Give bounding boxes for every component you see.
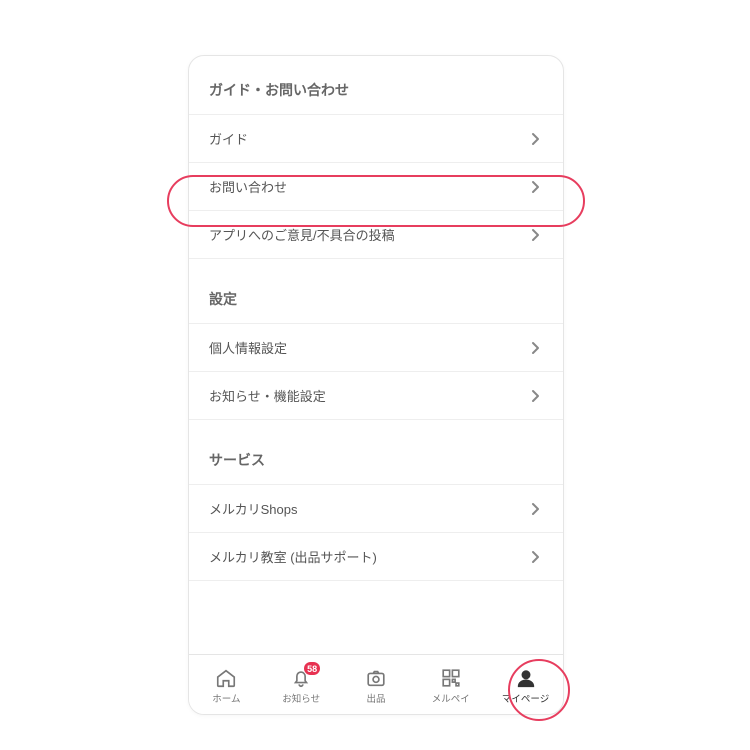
list-item-contact[interactable]: お問い合わせ xyxy=(189,162,563,210)
list-item-label: ガイド xyxy=(209,129,248,148)
person-icon xyxy=(510,665,542,691)
section-service: サービス メルカリShops メルカリ教室 (出品サポート) xyxy=(189,420,563,581)
section-settings: 設定 個人情報設定 お知らせ・機能設定 xyxy=(189,259,563,420)
list-item-personal-settings[interactable]: 個人情報設定 xyxy=(189,323,563,371)
home-icon xyxy=(210,665,242,691)
tab-mypage[interactable]: マイページ xyxy=(488,655,563,714)
chevron-right-icon xyxy=(529,341,543,355)
tab-home[interactable]: ホーム xyxy=(189,655,264,714)
bell-icon: 58 xyxy=(285,665,317,691)
list-item-label: お問い合わせ xyxy=(209,177,287,196)
tab-label: メルペイ xyxy=(432,691,470,705)
tab-label: お知らせ xyxy=(282,691,320,705)
list-item-label: お知らせ・機能設定 xyxy=(209,386,326,405)
list-item-label: 個人情報設定 xyxy=(209,338,287,357)
list-item-shops[interactable]: メルカリShops xyxy=(189,484,563,532)
chevron-right-icon xyxy=(529,132,543,146)
list-item-class[interactable]: メルカリ教室 (出品サポート) xyxy=(189,532,563,581)
camera-icon xyxy=(360,665,392,691)
list-item-label: メルカリShops xyxy=(209,499,297,518)
qr-icon xyxy=(435,665,467,691)
list-item-feedback[interactable]: アプリへのご意見/不具合の投稿 xyxy=(189,210,563,259)
tab-label: 出品 xyxy=(366,691,385,705)
tab-label: マイページ xyxy=(502,691,549,705)
section-header-service: サービス xyxy=(189,420,563,484)
tab-sell[interactable]: 出品 xyxy=(339,655,414,714)
list-item-label: メルカリ教室 (出品サポート) xyxy=(209,547,377,566)
phone-frame: ガイド・お問い合わせ ガイド お問い合わせ アプリへのご意見/不具合の投稿 設定… xyxy=(188,55,564,715)
section-guide-contact: ガイド・お問い合わせ ガイド お問い合わせ アプリへのご意見/不具合の投稿 xyxy=(189,56,563,259)
notification-badge: 58 xyxy=(303,661,321,676)
tab-pay[interactable]: メルペイ xyxy=(413,655,488,714)
chevron-right-icon xyxy=(529,180,543,194)
chevron-right-icon xyxy=(529,389,543,403)
chevron-right-icon xyxy=(529,228,543,242)
section-header-settings: 設定 xyxy=(189,259,563,323)
chevron-right-icon xyxy=(529,550,543,564)
section-header-guide: ガイド・お問い合わせ xyxy=(189,56,563,114)
tab-label: ホーム xyxy=(212,691,240,705)
list-item-label: アプリへのご意見/不具合の投稿 xyxy=(209,225,395,244)
tab-notice[interactable]: 58 お知らせ xyxy=(264,655,339,714)
settings-content: ガイド・お問い合わせ ガイド お問い合わせ アプリへのご意見/不具合の投稿 設定… xyxy=(189,56,563,654)
tabbar: ホーム 58 お知らせ 出品 メルペイ xyxy=(189,654,563,714)
list-item-notif-settings[interactable]: お知らせ・機能設定 xyxy=(189,371,563,420)
list-item-guide[interactable]: ガイド xyxy=(189,114,563,162)
chevron-right-icon xyxy=(529,502,543,516)
